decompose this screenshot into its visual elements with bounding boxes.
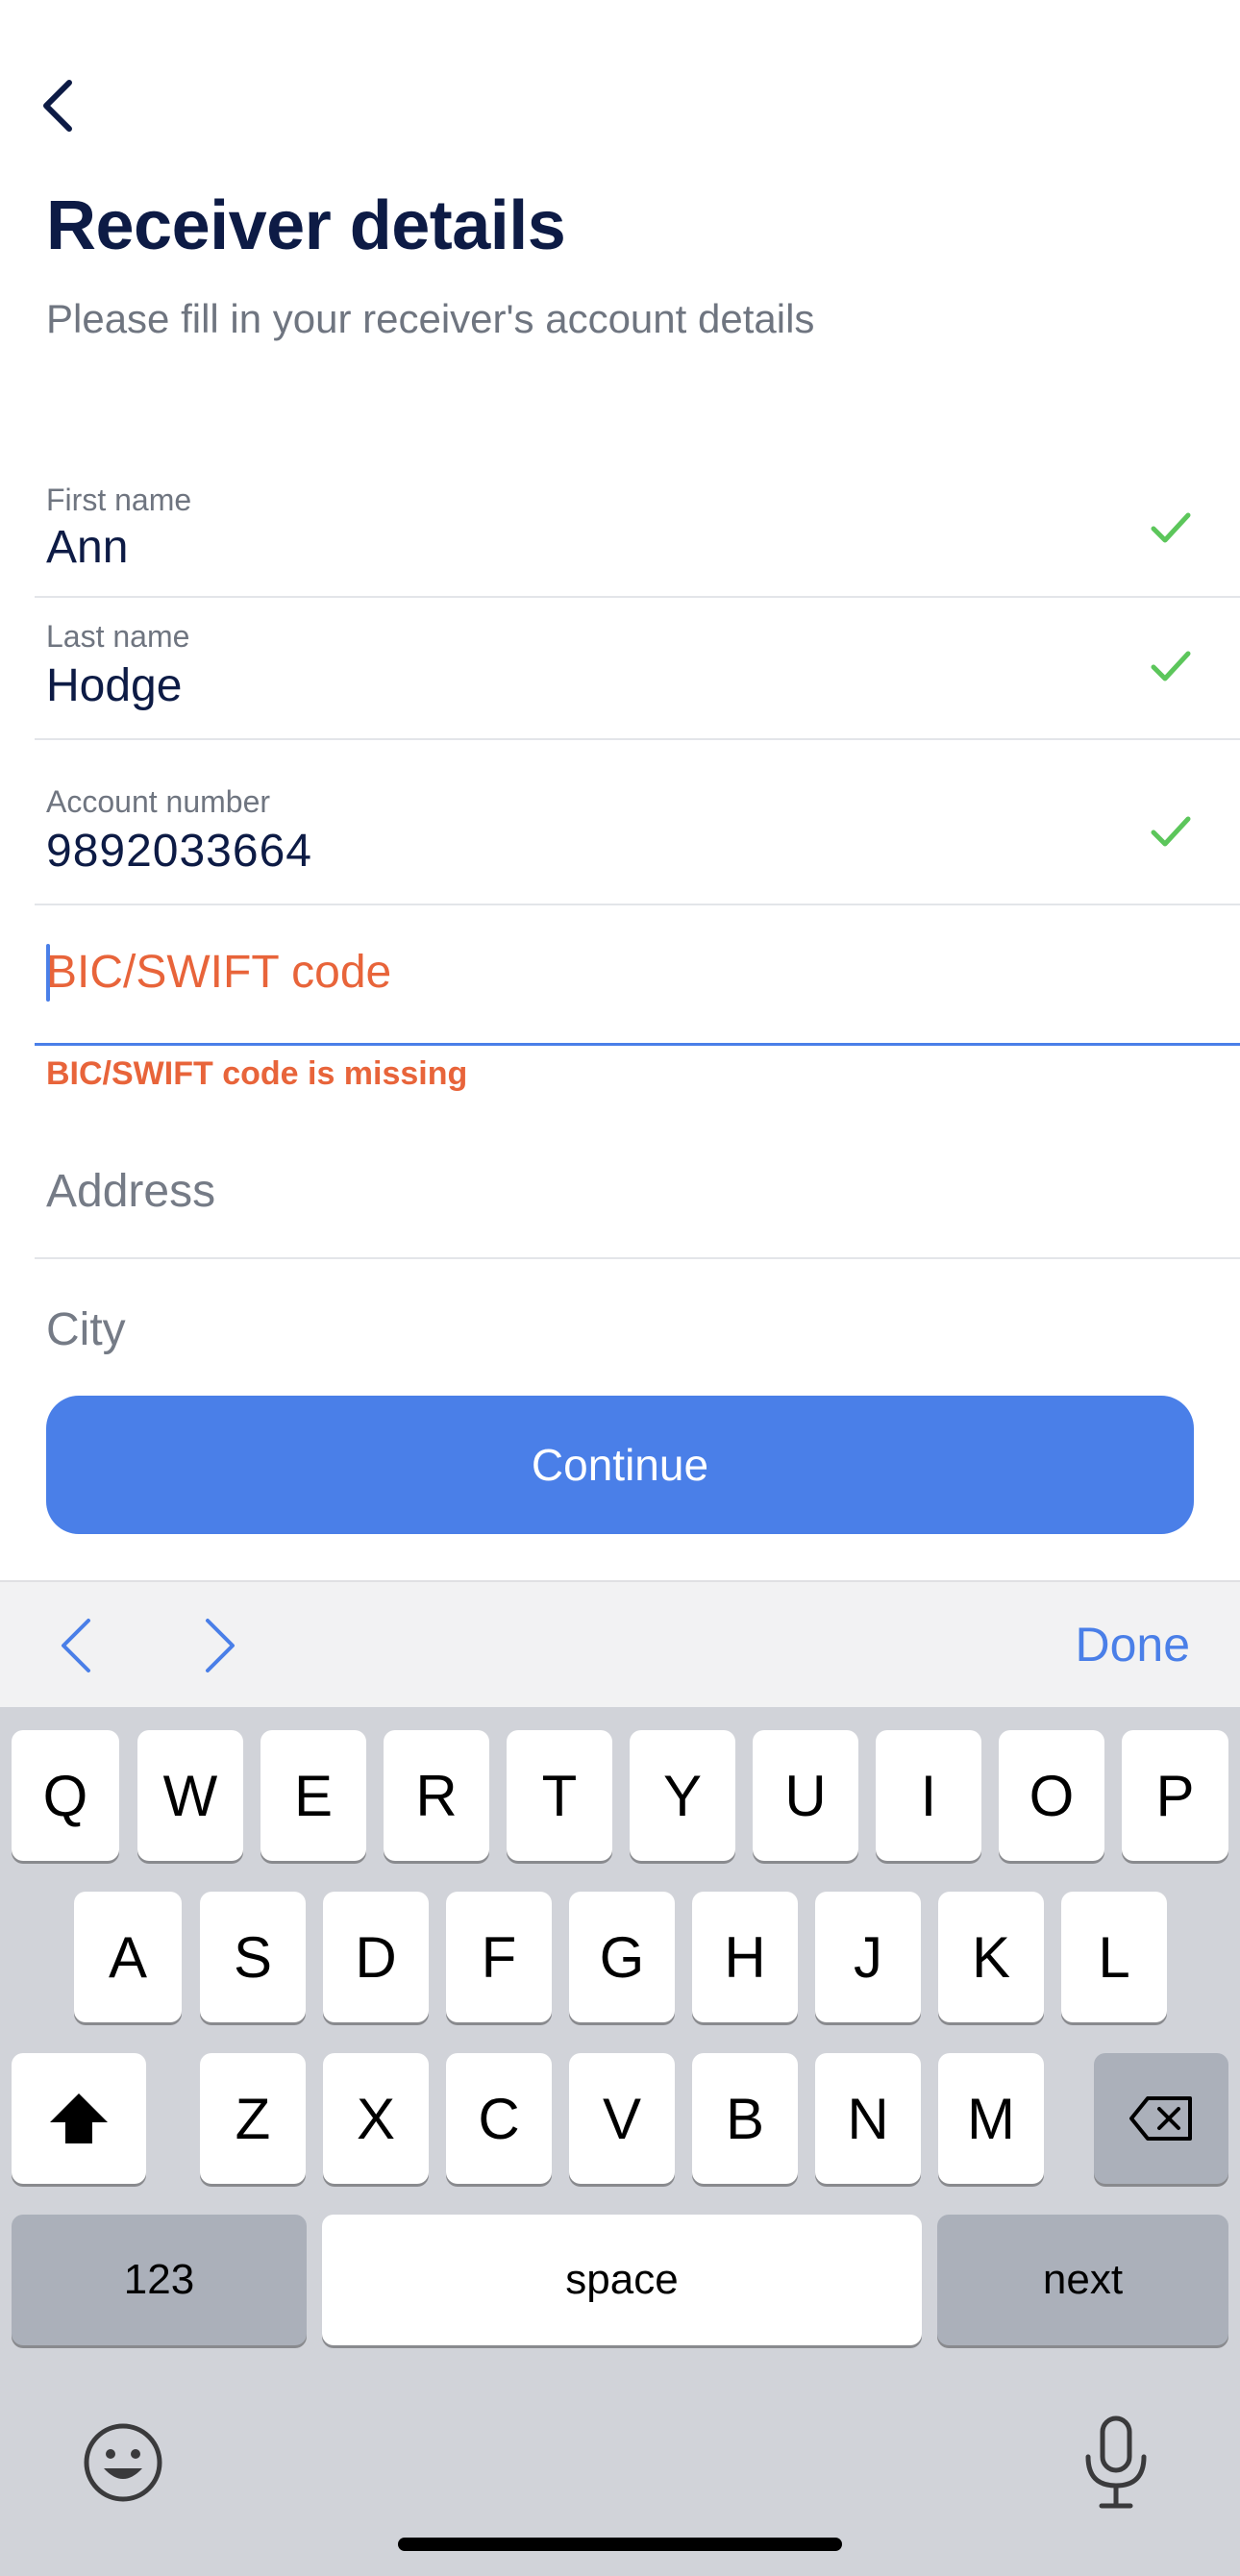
next-key[interactable]: next [937,2215,1228,2345]
emoji-smiley-icon [84,2423,162,2502]
first-name-field[interactable]: First name Ann [35,461,1240,598]
key-o[interactable]: O [999,1730,1104,1861]
last-name-value: Hodge [46,660,183,711]
emoji-button[interactable] [81,2420,165,2505]
account-number-field[interactable]: Account number 9892033664 [35,742,1240,905]
key-a[interactable]: A [74,1892,182,2022]
key-w[interactable]: W [137,1730,243,1861]
city-placeholder: City [46,1304,126,1355]
account-number-value: 9892033664 [46,826,312,877]
done-button[interactable]: Done [1075,1617,1190,1672]
first-name-label: First name [46,483,192,517]
key-q[interactable]: Q [12,1730,119,1861]
key-f[interactable]: F [446,1892,552,2022]
key-i[interactable]: I [876,1730,981,1861]
key-y[interactable]: Y [630,1730,735,1861]
page-title: Receiver details [46,187,566,264]
space-key[interactable]: space [322,2215,922,2345]
key-u[interactable]: U [753,1730,858,1861]
key-z[interactable]: Z [200,2053,306,2184]
continue-button[interactable]: Continue [46,1396,1194,1534]
key-n[interactable]: N [815,2053,921,2184]
page-subtitle: Please fill in your receiver's account d… [46,296,815,341]
last-name-label: Last name [46,619,190,654]
key-r[interactable]: R [384,1730,489,1861]
key-e[interactable]: E [260,1730,366,1861]
address-field[interactable]: Address [35,1117,1240,1259]
address-placeholder: Address [46,1166,216,1217]
key-g[interactable]: G [569,1892,675,2022]
key-t[interactable]: T [507,1730,612,1861]
checkmark-icon [1151,816,1191,847]
back-button[interactable] [38,67,115,144]
key-c[interactable]: C [446,2053,552,2184]
key-b[interactable]: B [692,2053,798,2184]
key-p[interactable]: P [1122,1730,1228,1861]
key-k[interactable]: K [938,1892,1044,2022]
keyboard: Q W E R T Y U I O P A S D F G H J K L Z … [0,1707,1240,2576]
city-field[interactable]: City [35,1261,1240,1357]
bic-swift-field[interactable]: BIC/SWIFT code [35,907,1240,1046]
shift-key[interactable] [12,2053,146,2184]
key-x[interactable]: X [323,2053,429,2184]
chevron-left-icon [62,1619,90,1672]
key-d[interactable]: D [323,1892,429,2022]
numbers-key[interactable]: 123 [12,2215,307,2345]
key-h[interactable]: H [692,1892,798,2022]
key-l[interactable]: L [1061,1892,1167,2022]
microphone-icon [1085,2415,1147,2509]
delete-key[interactable] [1094,2053,1228,2184]
checkmark-icon [1151,651,1191,681]
key-m[interactable]: M [938,2053,1044,2184]
dictation-button[interactable] [1080,2415,1152,2511]
chevron-right-icon [206,1619,235,1672]
last-name-field[interactable]: Last name Hodge [35,600,1240,740]
delete-backspace-icon [1129,2096,1192,2141]
key-j[interactable]: J [815,1892,921,2022]
key-s[interactable]: S [200,1892,306,2022]
bic-swift-error: BIC/SWIFT code is missing [46,1055,468,1092]
first-name-value: Ann [46,522,129,573]
key-v[interactable]: V [569,2053,675,2184]
home-indicator [398,2538,842,2551]
shift-arrow-icon [50,2093,108,2143]
bic-swift-placeholder: BIC/SWIFT code [46,947,392,998]
keyboard-accessory-bar: Done [0,1580,1240,1707]
account-number-label: Account number [46,784,271,819]
previous-field-button[interactable] [50,1615,108,1676]
chevron-left-icon [43,80,72,132]
next-field-button[interactable] [188,1615,246,1676]
checkmark-icon [1151,512,1191,543]
